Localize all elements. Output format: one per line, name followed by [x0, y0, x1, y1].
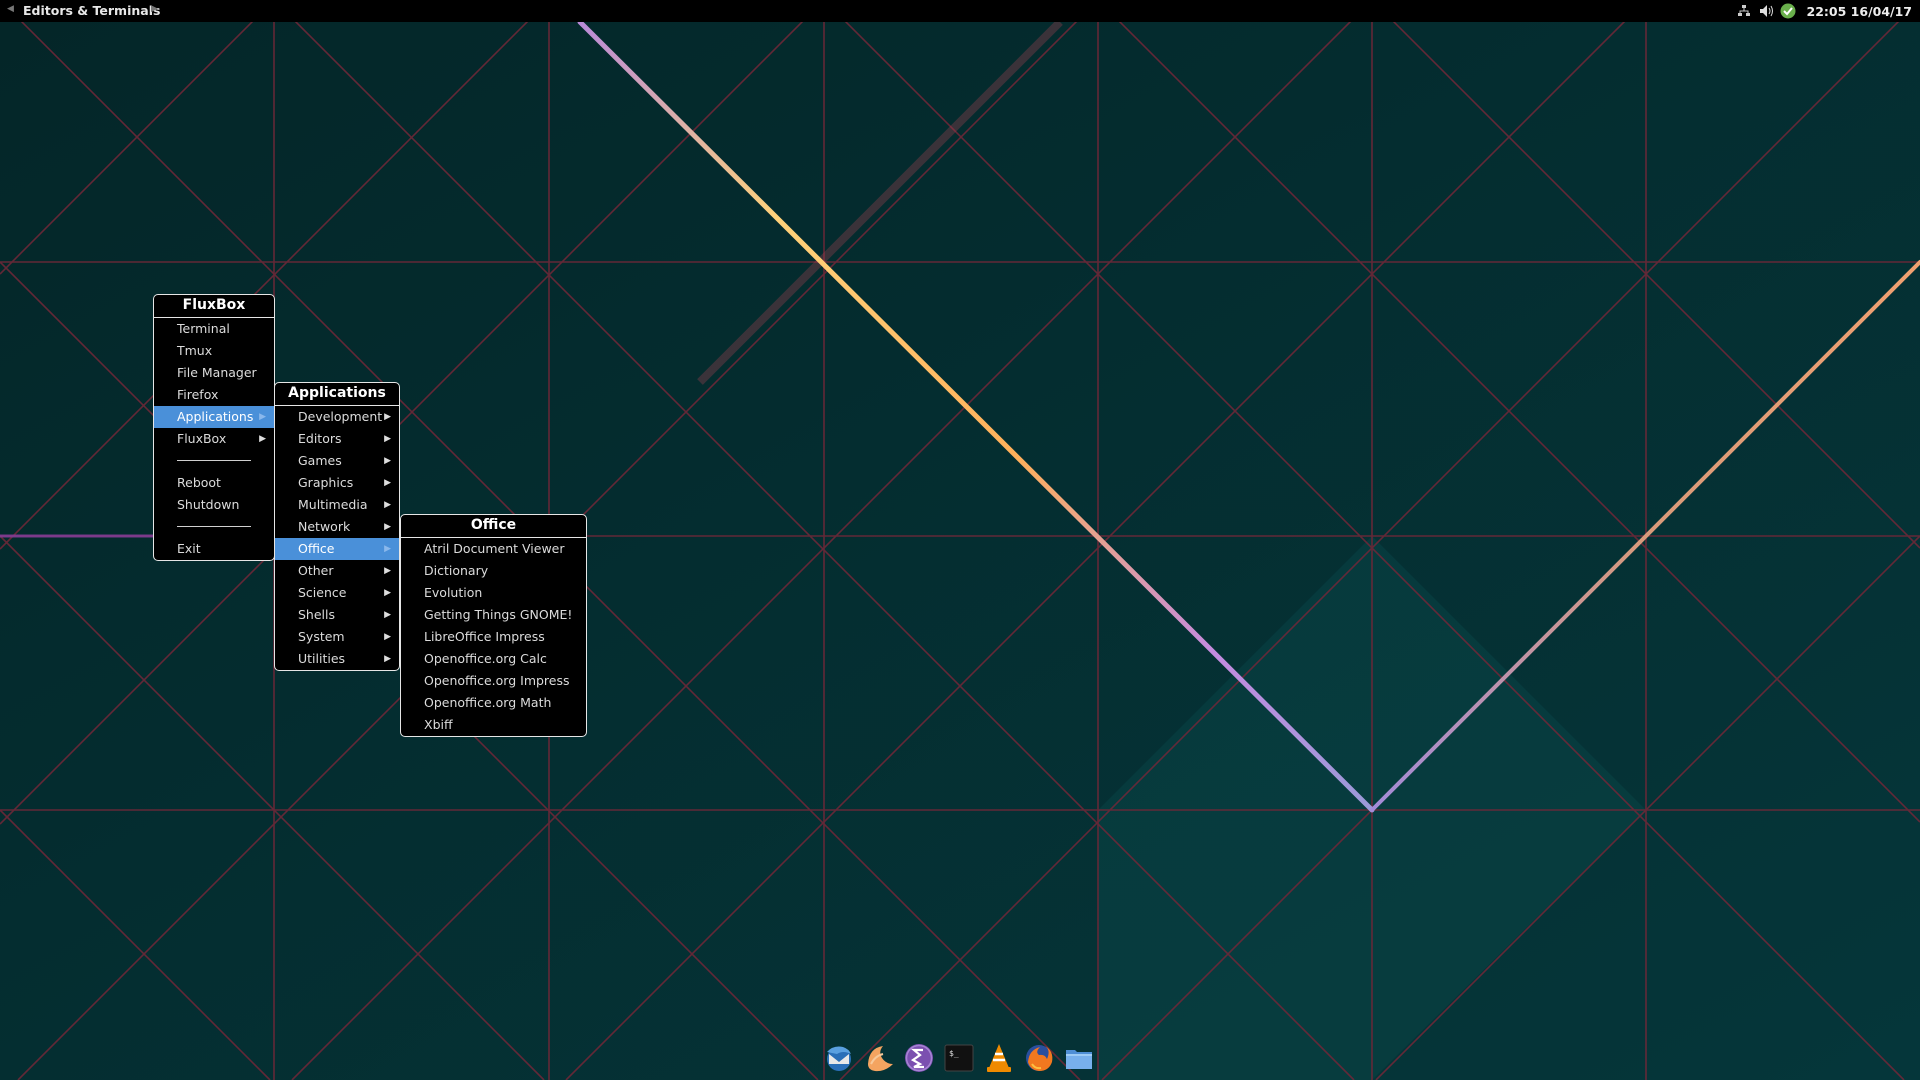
- menu-item-atril[interactable]: Atril Document Viewer: [401, 538, 586, 560]
- submenu-arrow-icon: ▶: [384, 654, 391, 664]
- menu-item-development[interactable]: Development ▶: [275, 406, 399, 428]
- menu-item-other[interactable]: Other ▶: [275, 560, 399, 582]
- thunderbird-icon[interactable]: [821, 1040, 856, 1075]
- workspace-name[interactable]: Editors & Terminals: [23, 3, 160, 18]
- menu-item-exit[interactable]: Exit: [154, 538, 274, 560]
- menu-item-science[interactable]: Science ▶: [275, 582, 399, 604]
- svg-text:$_: $_: [949, 1049, 959, 1058]
- submenu-arrow-icon: ▶: [384, 522, 391, 532]
- submenu-arrow-icon: ▶: [384, 588, 391, 598]
- submenu-arrow-icon: ▶: [259, 412, 266, 422]
- menu-item-file-manager[interactable]: File Manager: [154, 362, 274, 384]
- emacs-icon[interactable]: [901, 1040, 936, 1075]
- menu-separator: [154, 516, 274, 538]
- submenu-arrow-icon: ▶: [384, 434, 391, 444]
- menu-item-label: System: [298, 629, 345, 644]
- menu-item-office[interactable]: Office ▶: [275, 538, 399, 560]
- menu-item-label: Applications: [177, 409, 254, 424]
- fluxbox-root-menu: FluxBox Terminal Tmux File Manager Firef…: [153, 294, 275, 561]
- menu-item-system[interactable]: System ▶: [275, 626, 399, 648]
- menu-item-label: Other: [298, 563, 334, 578]
- submenu-arrow-icon: ▶: [384, 478, 391, 488]
- terminal-icon[interactable]: $_: [941, 1040, 976, 1075]
- menu-item-libreoffice-impress[interactable]: LibreOffice Impress: [401, 626, 586, 648]
- menu-item-terminal[interactable]: Terminal: [154, 318, 274, 340]
- menu-item-label: Editors: [298, 431, 342, 446]
- firefox-icon[interactable]: [1021, 1040, 1056, 1075]
- volume-icon[interactable]: [1757, 2, 1775, 20]
- menu-item-utilities[interactable]: Utilities ▶: [275, 648, 399, 670]
- sublime-icon[interactable]: [861, 1040, 896, 1075]
- submenu-arrow-icon: ▶: [384, 566, 391, 576]
- submenu-arrow-icon: ▶: [384, 456, 391, 466]
- menu-item-openoffice-math[interactable]: Openoffice.org Math: [401, 692, 586, 714]
- menu-title-fluxbox: FluxBox: [154, 295, 274, 318]
- menu-item-applications[interactable]: Applications ▶: [154, 406, 274, 428]
- menu-item-label: Games: [298, 453, 342, 468]
- menu-item-label: FluxBox: [177, 431, 227, 446]
- submenu-arrow-icon: ▶: [384, 500, 391, 510]
- menu-item-label: Utilities: [298, 651, 346, 666]
- menu-item-network[interactable]: Network ▶: [275, 516, 399, 538]
- menu-item-label: Graphics: [298, 475, 354, 490]
- submenu-arrow-icon: ▶: [384, 632, 391, 642]
- submenu-arrow-icon: ▶: [259, 434, 266, 444]
- menu-title-office: Office: [401, 515, 586, 538]
- submenu-arrow-icon: ▶: [384, 544, 391, 554]
- menu-item-tmux[interactable]: Tmux: [154, 340, 274, 362]
- vlc-icon[interactable]: [981, 1040, 1016, 1075]
- submenu-arrow-icon: ▶: [384, 610, 391, 620]
- menu-item-xbiff[interactable]: Xbiff: [401, 714, 586, 736]
- next-workspace-icon[interactable]: ▶: [151, 4, 158, 14]
- files-icon[interactable]: [1061, 1040, 1096, 1075]
- menu-separator: [154, 450, 274, 472]
- menu-item-dictionary[interactable]: Dictionary: [401, 560, 586, 582]
- menu-item-editors[interactable]: Editors ▶: [275, 428, 399, 450]
- menu-item-evolution[interactable]: Evolution: [401, 582, 586, 604]
- menu-item-label: Office: [298, 541, 335, 556]
- menu-item-shells[interactable]: Shells ▶: [275, 604, 399, 626]
- menu-item-label: Multimedia: [298, 497, 368, 512]
- system-tray: 22:05 16/04/17: [1735, 0, 1912, 22]
- menu-item-firefox[interactable]: Firefox: [154, 384, 274, 406]
- menu-item-label: Shells: [298, 607, 336, 622]
- dock: $_: [821, 1040, 1096, 1076]
- menu-item-label: Network: [298, 519, 351, 534]
- office-submenu: Office Atril Document Viewer Dictionary …: [400, 514, 587, 737]
- menu-item-label: Development: [298, 409, 383, 424]
- menu-item-openoffice-calc[interactable]: Openoffice.org Calc: [401, 648, 586, 670]
- menu-title-applications: Applications: [275, 383, 399, 406]
- menu-item-fluxbox[interactable]: FluxBox ▶: [154, 428, 274, 450]
- update-shield-icon[interactable]: [1779, 2, 1797, 20]
- submenu-arrow-icon: ▶: [384, 412, 391, 422]
- prev-workspace-icon[interactable]: ◀: [7, 4, 14, 14]
- menu-item-reboot[interactable]: Reboot: [154, 472, 274, 494]
- menu-item-getting-things-gnome[interactable]: Getting Things GNOME!: [401, 604, 586, 626]
- menu-item-openoffice-impress[interactable]: Openoffice.org Impress: [401, 670, 586, 692]
- menu-item-label: Science: [298, 585, 347, 600]
- top-bar: ◀ Editors & Terminals ▶ 22:05 16/04/17: [0, 0, 1920, 22]
- network-icon[interactable]: [1735, 2, 1753, 20]
- clock[interactable]: 22:05 16/04/17: [1807, 4, 1912, 19]
- menu-item-shutdown[interactable]: Shutdown: [154, 494, 274, 516]
- menu-item-graphics[interactable]: Graphics ▶: [275, 472, 399, 494]
- applications-submenu: Applications Development ▶ Editors ▶ Games…: [274, 382, 400, 671]
- menu-item-multimedia[interactable]: Multimedia ▶: [275, 494, 399, 516]
- menu-item-games[interactable]: Games ▶: [275, 450, 399, 472]
